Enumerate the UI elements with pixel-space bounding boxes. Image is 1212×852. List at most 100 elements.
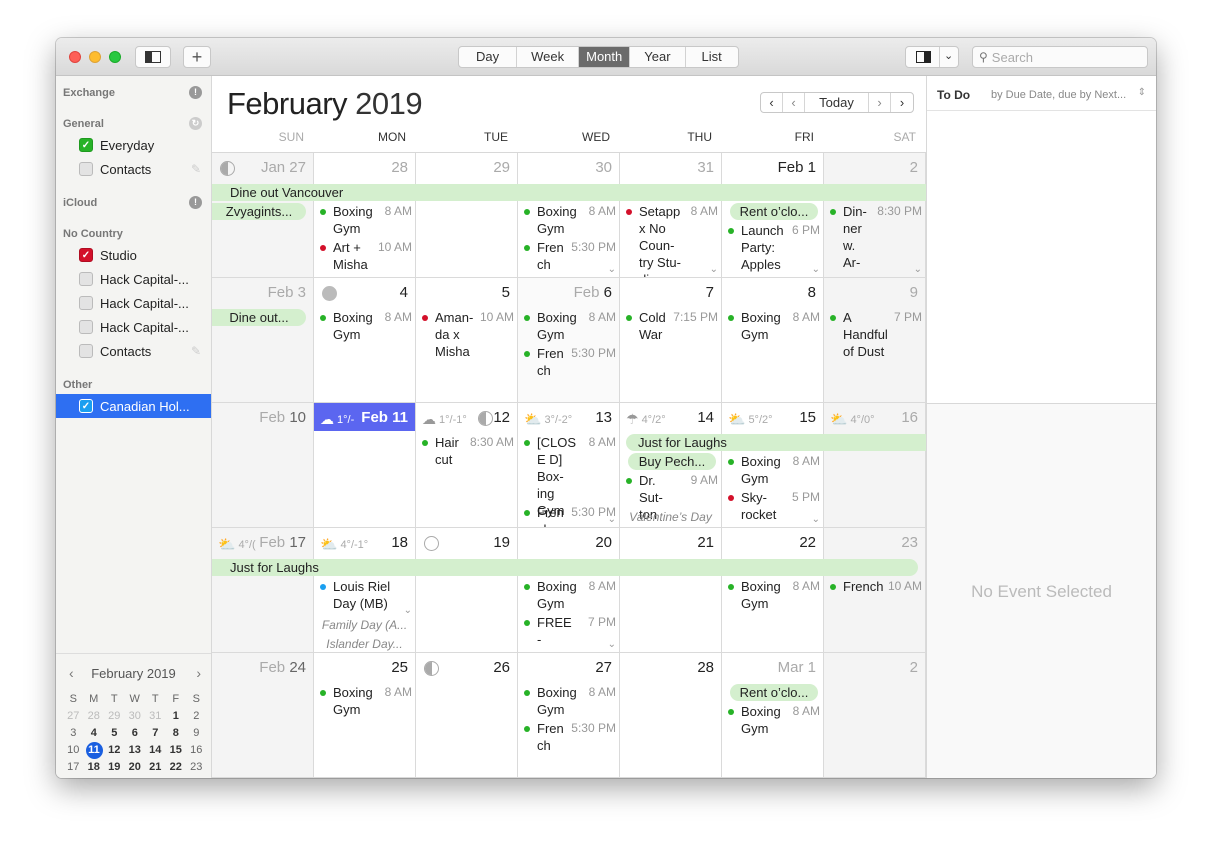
checkbox-checked-icon[interactable]: ✓ <box>79 248 93 262</box>
checkbox-icon[interactable] <box>79 162 93 176</box>
mini-next-icon[interactable]: › <box>196 665 201 681</box>
event-item[interactable]: Boxing Gym 8 AM <box>524 309 616 343</box>
day-cell[interactable]: 29 <box>416 153 518 278</box>
event-item[interactable]: A Handful of Dust 7 PM <box>830 309 922 360</box>
mini-day[interactable]: 25 <box>84 776 105 778</box>
sidebar-item-hack-capital-1[interactable]: Hack Capital-... <box>56 267 211 291</box>
mini-day[interactable]: 27 <box>63 708 84 725</box>
mini-day[interactable]: 23 <box>186 759 207 776</box>
mini-day[interactable]: 22 <box>166 759 187 776</box>
day-cell[interactable]: Feb 24 <box>212 653 314 778</box>
checkbox-icon[interactable] <box>79 296 93 310</box>
chevron-down-icon[interactable]: ⌄ <box>404 605 412 616</box>
mini-day[interactable]: 4 <box>84 725 105 742</box>
day-cell[interactable]: 28 <box>620 653 722 778</box>
all-day-event[interactable]: Dine out... <box>212 309 306 326</box>
event-item[interactable]: Boxing Gym 8 AM <box>728 703 820 737</box>
checkbox-checked-icon[interactable]: ✓ <box>79 138 93 152</box>
checkbox-icon[interactable] <box>79 320 93 334</box>
event-item[interactable]: Art + Misha 10 AM <box>320 239 412 273</box>
mini-day[interactable]: 2 <box>186 708 207 725</box>
today-button[interactable]: Today <box>805 93 869 112</box>
all-day-event[interactable]: Rent o’clo... <box>730 203 818 220</box>
day-cell[interactable]: 28 Boxing Gym 8 AM Art + Misha 10 AM <box>314 153 416 278</box>
mini-day[interactable]: 10 <box>63 742 84 759</box>
event-item[interactable]: Launch Party: Apples 6 PM <box>728 222 820 273</box>
panel-toggle-button[interactable]: ⌄ <box>905 46 959 68</box>
todo-sort-select[interactable]: by Due Date, due by Next... <box>991 89 1126 101</box>
day-cell[interactable]: 19 <box>416 528 518 653</box>
day-cell[interactable]: Feb 10 <box>212 403 314 528</box>
checkbox-icon[interactable] <box>79 344 93 358</box>
chevron-down-icon[interactable]: ⌄ <box>608 639 616 650</box>
day-cell[interactable]: 27 Boxing Gym 8 AM Fren ch 5:30 PM <box>518 653 620 778</box>
day-cell[interactable]: 4 Boxing Gym 8 AM <box>314 278 416 403</box>
prev-month-button[interactable]: ‹ <box>761 93 783 112</box>
day-cell[interactable]: 9 A Handful of Dust 7 PM <box>824 278 926 403</box>
warning-icon[interactable]: ! <box>189 86 202 99</box>
mini-day[interactable]: 13 <box>125 742 146 759</box>
all-day-event-banner[interactable]: Dine out Vancouver <box>212 184 926 201</box>
day-cell[interactable]: 25 Boxing Gym 8 AM <box>314 653 416 778</box>
minimize-button[interactable] <box>89 51 101 63</box>
tab-day[interactable]: Day <box>459 47 518 67</box>
event-item[interactable]: Boxing Gym 8 AM <box>728 309 820 343</box>
mini-day[interactable]: 2 <box>186 776 207 778</box>
event-item[interactable]: Hair cut 8:30 AM <box>422 434 514 468</box>
day-cell[interactable]: ⛅ 4°/-1° 18 Louis Riel Day (MB) ⌄ Family … <box>314 528 416 653</box>
event-item[interactable]: Boxing Gym 8 AM <box>728 578 820 612</box>
mini-day[interactable]: 16 <box>186 742 207 759</box>
all-day-event[interactable]: Rent o’clo... <box>730 684 818 701</box>
mini-day[interactable]: 28 <box>84 708 105 725</box>
event-item[interactable]: FREE- DOM7 PM <box>524 614 616 652</box>
mini-day[interactable]: 1 <box>166 708 187 725</box>
search-input[interactable]: ⚲ Search <box>972 46 1148 68</box>
day-cell[interactable]: ⛅ 4°/( Feb 17 <box>212 528 314 653</box>
event-item[interactable]: Sky- rocket 5 PM <box>728 489 820 523</box>
event-item[interactable]: Fren ch5:30 PM <box>524 504 616 527</box>
warning-icon[interactable]: ! <box>189 196 202 209</box>
chevron-down-icon[interactable]: ⌄ <box>944 49 953 62</box>
mini-day[interactable]: 3 <box>63 725 84 742</box>
mini-day[interactable]: 12 <box>104 742 125 759</box>
next-month-button[interactable]: › <box>891 93 913 112</box>
mini-day[interactable]: 9 <box>186 725 207 742</box>
event-item[interactable]: Aman- da x Misha 10 AM <box>422 309 514 360</box>
mini-day[interactable]: 8 <box>166 725 187 742</box>
day-cell[interactable]: 21 <box>620 528 722 653</box>
sidebar-item-contacts-2[interactable]: Contacts ✎ <box>56 339 211 363</box>
chevron-down-icon[interactable]: ⌄ <box>914 264 922 275</box>
tab-week[interactable]: Week <box>517 47 580 67</box>
day-cell[interactable]: 26 <box>416 653 518 778</box>
chevron-down-icon[interactable]: ⌄ <box>710 264 718 275</box>
chevron-down-icon[interactable]: ⌄ <box>608 264 616 275</box>
event-item[interactable]: Boxing Gym 8 AM <box>524 684 616 718</box>
day-cell[interactable]: 20 Boxing Gym8 AM FREE- DOM7 PM ⌄ <box>518 528 620 653</box>
sidebar-item-everyday[interactable]: ✓ Everyday <box>56 133 211 157</box>
event-item[interactable]: Louis Riel Day (MB) <box>320 578 412 612</box>
day-cell[interactable]: Feb 1 Rent o’clo... Launch Party: Apples… <box>722 153 824 278</box>
mini-day[interactable]: 14 <box>145 742 166 759</box>
day-cell[interactable]: ⛅ 3°/-2° 13 [CLOSE D] Box- ing Gym 8 AM Fr… <box>518 403 620 528</box>
mini-day[interactable]: 15 <box>166 742 187 759</box>
day-cell[interactable]: 23 French 10 AM <box>824 528 926 653</box>
chevron-down-icon[interactable]: ⌄ <box>812 264 820 275</box>
sidebar-toggle-button[interactable] <box>135 46 171 68</box>
mini-day[interactable]: 26 <box>104 776 125 778</box>
sidebar-item-contacts[interactable]: Contacts ✎ <box>56 157 211 181</box>
sidebar-item-hack-capital-2[interactable]: Hack Capital-... <box>56 291 211 315</box>
day-cell[interactable]: ☂ 4°/2° 14 Buy Pech... Dr. Sut- ton 9 AM V… <box>620 403 722 528</box>
event-item[interactable]: Boxing Gym 8 AM <box>320 309 412 343</box>
day-cell[interactable]: 22 Boxing Gym 8 AM <box>722 528 824 653</box>
chevron-down-icon[interactable]: ⌄ <box>812 514 820 525</box>
mini-day[interactable]: 5 <box>104 725 125 742</box>
event-item[interactable]: Din- ner w. Ar- 8:30 PM <box>830 203 922 271</box>
day-cell[interactable]: Mar 1 Rent o’clo... Boxing Gym 8 AM <box>722 653 824 778</box>
day-cell[interactable]: 2 Din- ner w. Ar- 8:30 PM ⌄ <box>824 153 926 278</box>
event-item[interactable]: Fren ch5:30 PM <box>524 720 616 754</box>
mini-day[interactable]: 31 <box>145 708 166 725</box>
tab-list[interactable]: List <box>686 47 738 67</box>
sidebar-item-hack-capital-3[interactable]: Hack Capital-... <box>56 315 211 339</box>
mini-day[interactable]: 30 <box>125 708 146 725</box>
add-event-button[interactable]: + <box>183 46 211 68</box>
